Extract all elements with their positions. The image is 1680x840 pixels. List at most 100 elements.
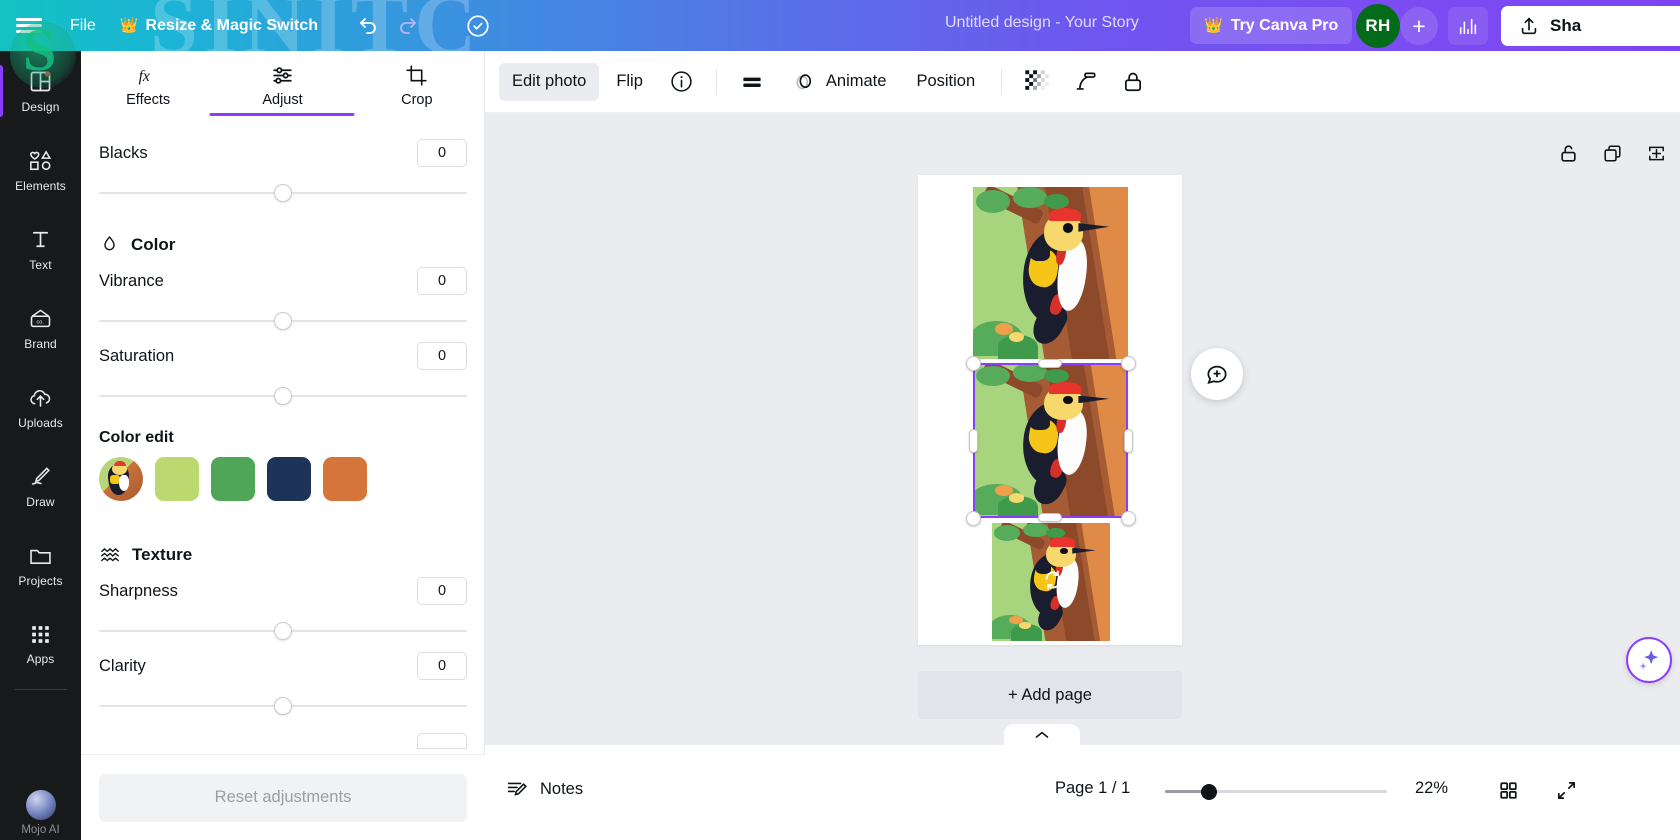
sidebar-item-projects[interactable]: Projects: [0, 525, 81, 604]
share-label: Sha: [1550, 16, 1581, 36]
slider-knob[interactable]: [274, 622, 292, 640]
sidebar-item-design[interactable]: Design: [0, 51, 81, 130]
add-page-button[interactable]: + Add page: [918, 671, 1182, 719]
sidebar-item-elements[interactable]: Elements: [0, 130, 81, 209]
resize-handle-middle-left[interactable]: [969, 429, 978, 453]
ai-assistant-button[interactable]: [1626, 637, 1672, 683]
woodpecker-image-top[interactable]: [973, 187, 1128, 359]
design-layout-icon: [27, 68, 54, 95]
page-indicator[interactable]: Page 1 / 1: [1055, 779, 1130, 798]
slider-knob[interactable]: [274, 387, 292, 405]
slider-value-input[interactable]: 0: [417, 652, 467, 680]
light-green-swatch[interactable]: [155, 457, 199, 501]
woodpecker-image-selected[interactable]: [973, 363, 1128, 518]
flip-button[interactable]: Flip: [603, 63, 656, 101]
slider-knob[interactable]: [274, 312, 292, 330]
pen-draw-icon: [27, 463, 54, 490]
magic-star-icon: [1636, 647, 1662, 673]
tab-adjust[interactable]: Adjust: [215, 51, 349, 115]
resize-handle-middle-right[interactable]: [1124, 429, 1133, 453]
orange-swatch[interactable]: [323, 457, 367, 501]
avatar[interactable]: RH: [1356, 4, 1400, 48]
page-tools: [1555, 140, 1669, 166]
canvas-area[interactable]: + Add page: [485, 113, 1680, 745]
unlock-icon: [1557, 142, 1580, 165]
document-title[interactable]: Untitled design - Your Story: [945, 14, 1139, 32]
sidebar-item-draw[interactable]: Draw: [0, 446, 81, 525]
hamburger-menu-icon[interactable]: [0, 15, 58, 36]
file-menu-button[interactable]: File: [58, 10, 108, 42]
insights-button[interactable]: [1448, 7, 1488, 45]
fullscreen-button[interactable]: [1553, 777, 1579, 803]
position-button[interactable]: Position: [903, 63, 988, 101]
slider-row-vibrance: Vibrance 0: [81, 263, 485, 299]
resize-handle-bottom-left[interactable]: [966, 511, 981, 526]
resize-handle-top-left[interactable]: [966, 356, 981, 371]
resize-handle-bottom-right[interactable]: [1121, 511, 1136, 526]
top-bar: SINITC File 👑 Resize & Magic Switch Unti…: [0, 0, 1680, 51]
resize-handle-top-center[interactable]: [1038, 359, 1062, 368]
spacing-button[interactable]: [730, 63, 774, 101]
share-button[interactable]: Sha: [1501, 6, 1680, 46]
sidebar-item-uploads[interactable]: Uploads: [0, 367, 81, 446]
slider-label: Sharpness: [99, 582, 178, 601]
slider-vibrance[interactable]: [99, 312, 467, 330]
slider-knob[interactable]: [274, 184, 292, 202]
lock-button[interactable]: [1111, 63, 1155, 101]
svg-text:fx: fx: [138, 68, 149, 85]
zoom-knob[interactable]: [1201, 784, 1217, 800]
animate-button[interactable]: Animate: [778, 63, 900, 101]
resize-handle-top-right[interactable]: [1121, 356, 1136, 371]
reset-adjustments-button[interactable]: Reset adjustments: [99, 774, 467, 822]
mojo-avatar-icon: [26, 790, 56, 820]
add-comment-button[interactable]: [1191, 348, 1243, 400]
tab-crop[interactable]: Crop: [350, 51, 484, 115]
notes-button[interactable]: Notes: [505, 777, 583, 801]
slider-sharpness[interactable]: [99, 622, 467, 640]
info-button[interactable]: [660, 63, 703, 101]
green-swatch[interactable]: [211, 457, 255, 501]
slider-blacks[interactable]: [99, 184, 467, 202]
sidebar-item-brand[interactable]: co. Brand: [0, 288, 81, 367]
panel-tabs: fx Effects Adjust Crop: [81, 51, 484, 115]
zoom-slider[interactable]: [1165, 783, 1387, 801]
collapse-panel-button[interactable]: [1004, 724, 1080, 746]
mojo-ai-label: Mojo AI: [0, 824, 81, 836]
brand-card-icon: co.: [27, 305, 54, 332]
unlock-page-icon[interactable]: [1555, 140, 1581, 166]
rotate-icon[interactable]: [1040, 567, 1066, 593]
cloud-save-button[interactable]: [458, 6, 498, 46]
navy-swatch[interactable]: [267, 457, 311, 501]
slider-knob[interactable]: [274, 697, 292, 715]
slider-value-input-partial[interactable]: [417, 733, 467, 749]
redo-button[interactable]: [388, 6, 428, 46]
duplicate-page-icon[interactable]: [1599, 140, 1625, 166]
sidebar-item-apps[interactable]: Apps: [0, 604, 81, 683]
undo-button[interactable]: [348, 6, 388, 46]
add-collaborator-button[interactable]: +: [1400, 7, 1438, 45]
transparency-button[interactable]: [1015, 63, 1059, 101]
resize-label: Resize & Magic Switch: [145, 17, 318, 35]
add-page-icon[interactable]: [1643, 140, 1669, 166]
grid-view-button[interactable]: [1495, 777, 1521, 803]
edit-photo-button[interactable]: Edit photo: [499, 63, 599, 101]
slider-value-input[interactable]: 0: [417, 577, 467, 605]
resize-handle-bottom-center[interactable]: [1038, 513, 1062, 522]
sidebar-assistant[interactable]: Mojo AI: [0, 790, 81, 836]
try-canva-pro-button[interactable]: 👑 Try Canva Pro: [1190, 7, 1352, 44]
woodpecker-image-bottom[interactable]: [992, 523, 1110, 641]
original-photo-swatch[interactable]: [99, 457, 143, 501]
slider-value-input[interactable]: 0: [417, 139, 467, 167]
design-page[interactable]: [918, 175, 1182, 645]
slider-clarity[interactable]: [99, 697, 467, 715]
effects-wand-button[interactable]: [1063, 63, 1107, 101]
color-edit-title: Color edit: [81, 415, 485, 457]
tab-effects[interactable]: fx Effects: [81, 51, 215, 115]
slider-saturation[interactable]: [99, 387, 467, 405]
zoom-percent-label[interactable]: 22%: [1415, 779, 1448, 798]
bottom-bar: Notes Page 1 / 1 22%: [485, 745, 1680, 840]
sidebar-item-text[interactable]: Text: [0, 209, 81, 288]
slider-value-input[interactable]: 0: [417, 267, 467, 295]
resize-magic-switch-button[interactable]: 👑 Resize & Magic Switch: [108, 10, 330, 42]
slider-value-input[interactable]: 0: [417, 342, 467, 370]
